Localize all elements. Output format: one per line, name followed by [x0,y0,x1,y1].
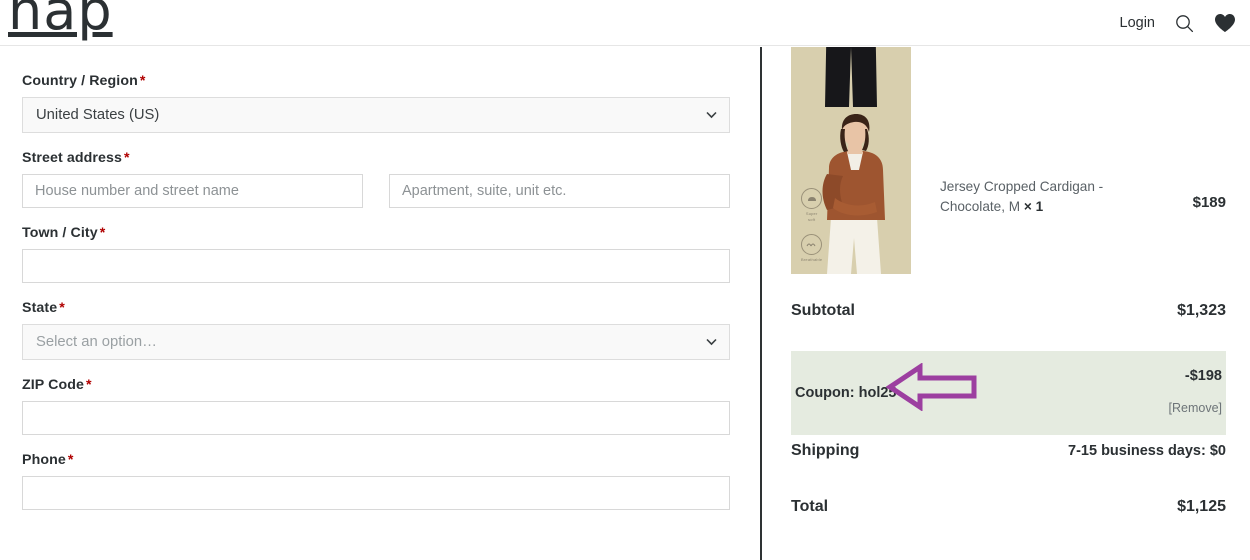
breathable-icon [801,233,822,255]
field-zip: ZIP Code * [22,377,730,435]
field-state: State * Select an option… [22,300,730,360]
state-select-value: Select an option… [36,334,157,350]
subtotal-label: Subtotal [791,302,855,319]
site-header: nap Login [0,0,1250,46]
cart-item-price: $189 [1192,194,1226,211]
zip-input[interactable] [22,401,730,435]
cart-item-quantity: × 1 [1023,198,1044,214]
total-row: Total $1,125 [791,498,1226,554]
order-summary: Breathable [762,47,1250,560]
field-country: Country / Region * United States (US) [22,73,730,133]
required-marker: * [99,225,106,241]
subtotal-value: $1,323 [1177,302,1226,319]
checkout-form: Country / Region * United States (US) Str… [0,47,760,560]
badge-caption: Super soft [805,211,818,222]
required-marker: * [67,452,74,468]
lightweight-icon [801,188,823,210]
apartment-input[interactable] [389,174,730,208]
fabric-badges: Super soft Breathable [801,188,823,262]
cart-item-name: Jersey Cropped Cardigan - Chocolate, M [940,179,1104,214]
chevron-down-icon [706,338,717,346]
product-thumbnail[interactable]: Super soft Breathable [791,114,911,274]
shipping-value: 7-15 business days: $0 [1068,443,1226,459]
subtotal-row: Subtotal $1,323 [791,302,1226,358]
field-phone: Phone * [22,452,730,510]
country-select-value: United States (US) [36,107,160,123]
required-marker: * [86,377,92,393]
coupon-row: Coupon: hol25 -$198 [Remove] [791,351,1226,435]
field-street-address: Street address * [22,150,730,208]
state-label: State * [22,300,65,316]
required-marker: * [123,150,130,166]
country-select[interactable]: United States (US) [22,97,730,133]
field-city: Town / City * [22,225,730,283]
coupon-remove-link[interactable]: [Remove] [1169,401,1223,415]
phone-label: Phone * [22,452,74,468]
chevron-down-icon [706,111,717,119]
badge-caption: Breathable [801,256,823,262]
total-value: $1,125 [1177,498,1226,515]
street-address-input[interactable] [22,174,363,208]
state-select[interactable]: Select an option… [22,324,730,360]
zip-label: ZIP Code * [22,377,92,393]
phone-input[interactable] [22,476,730,510]
shipping-row: Shipping 7-15 business days: $0 [791,442,1226,498]
heart-icon[interactable] [1214,13,1236,33]
coupon-label: Coupon: hol25 [795,385,897,401]
required-marker: * [59,300,65,316]
total-label: Total [791,498,829,515]
login-link[interactable]: Login [1120,15,1155,31]
search-icon[interactable] [1175,14,1194,33]
city-label: Town / City * [22,225,106,241]
coupon-amount: -$198 [1184,368,1222,384]
brand-logo[interactable]: nap [8,0,113,38]
cart-item-details: Jersey Cropped Cardigan - Chocolate, M ×… [940,114,1140,216]
header-actions: Login [1120,0,1236,46]
shipping-label: Shipping [791,442,860,459]
required-marker: * [139,73,146,89]
country-label: Country / Region * [22,73,146,89]
city-input[interactable] [22,249,730,283]
cart-item: Super soft Breathable Jersey Cropped Card… [791,114,1140,274]
street-address-label: Street address * [22,150,130,166]
